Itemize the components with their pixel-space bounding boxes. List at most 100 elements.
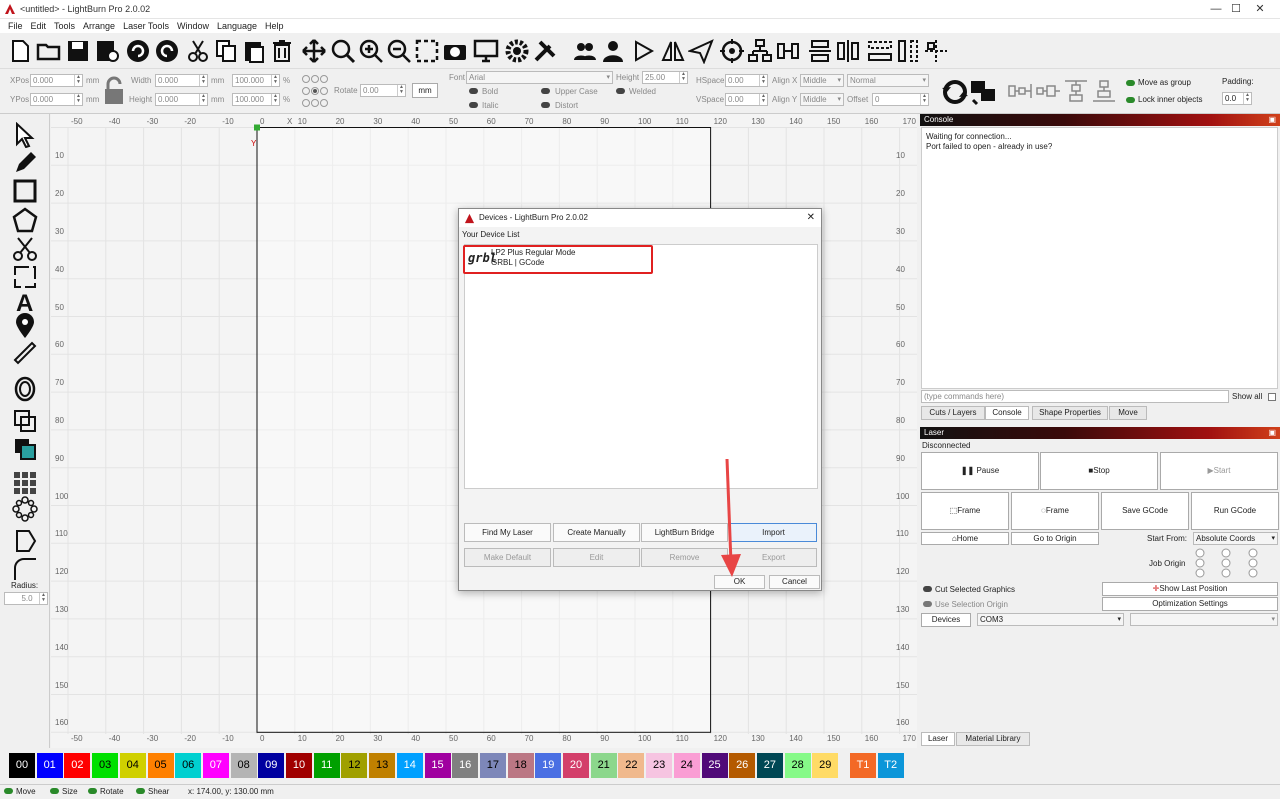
layer-color-15[interactable]: 15: [424, 753, 451, 778]
dialog-close-button[interactable]: ✕: [807, 209, 815, 227]
distribute-vertical-icon[interactable]: [806, 36, 834, 66]
start-from-select[interactable]: Absolute Coords ▾: [1193, 532, 1278, 545]
layer-color-07[interactable]: 07: [202, 753, 229, 778]
layer-color-27[interactable]: 27: [756, 753, 783, 778]
layer-color-19[interactable]: 19: [535, 753, 562, 778]
tab-shape-properties[interactable]: Shape Properties: [1032, 406, 1108, 420]
layer-color-01[interactable]: 01: [36, 753, 63, 778]
camera-icon[interactable]: [441, 36, 469, 66]
move-as-group-toggle[interactable]: [1126, 80, 1135, 86]
hspace-spin-icon[interactable]: ▲ ▼: [759, 75, 767, 86]
show-all-checkbox[interactable]: [1268, 393, 1276, 401]
lock-ratio-icon[interactable]: [103, 76, 125, 106]
menu-tools[interactable]: Tools: [50, 19, 79, 33]
export-icon[interactable]: [93, 36, 121, 66]
move-snap-toggle[interactable]: [4, 788, 13, 794]
tools-wrench-icon[interactable]: [531, 36, 559, 66]
console-close-icon[interactable]: ▣: [1268, 114, 1276, 126]
home-button[interactable]: ⌂Home: [921, 532, 1009, 545]
rotate-input[interactable]: 0.00 ▲ ▼: [360, 84, 406, 97]
corner-radius-icon[interactable]: [11, 554, 39, 584]
width-spin-icon[interactable]: ▲ ▼: [199, 75, 207, 86]
layer-color-17[interactable]: 17: [479, 753, 506, 778]
dock-center-icon[interactable]: [1034, 78, 1062, 104]
radius-input[interactable]: 5.0 ▲ ▼: [4, 592, 48, 605]
create-manually-button[interactable]: Create Manually: [553, 523, 640, 542]
save-gcode-button[interactable]: Save GCode: [1101, 492, 1189, 530]
upper-case-toggle[interactable]: [541, 88, 550, 94]
distort-toggle[interactable]: [541, 102, 550, 108]
layer-color-24[interactable]: 24: [673, 753, 700, 778]
circular-array-icon[interactable]: [11, 494, 39, 524]
distribute-horizontal-icon[interactable]: [834, 36, 862, 66]
padding-spin-icon[interactable]: ▲ ▼: [1243, 93, 1251, 104]
dock-top-icon[interactable]: [1062, 78, 1090, 104]
laser-close-icon[interactable]: ▣: [1268, 427, 1276, 439]
layer-color-08[interactable]: 08: [230, 753, 257, 778]
device-list-item[interactable]: grbl LP2 Plus Regular Mode GRBL | GCode: [463, 245, 653, 274]
boolean-subtract-icon[interactable]: [11, 434, 39, 464]
monitor-icon[interactable]: [472, 36, 500, 66]
use-selection-origin-toggle[interactable]: [923, 601, 932, 607]
zoom-in-icon[interactable]: [357, 36, 385, 66]
layer-color-16[interactable]: 16: [452, 753, 479, 778]
ypos-input[interactable]: 0.000 ▲ ▼: [30, 93, 83, 106]
layer-color-09[interactable]: 09: [258, 753, 285, 778]
layer-color-23[interactable]: 23: [646, 753, 673, 778]
layer-color-14[interactable]: 14: [396, 753, 423, 778]
padding-input[interactable]: 0.0 ▲ ▼: [1222, 92, 1252, 105]
users-icon[interactable]: [571, 36, 599, 66]
space-horizontal-icon[interactable]: [866, 36, 894, 66]
run-gcode-button[interactable]: Run GCode: [1191, 492, 1279, 530]
move-icon[interactable]: [300, 36, 328, 66]
wpct-spin-icon[interactable]: ▲ ▼: [271, 75, 279, 86]
anchor-grid-icon[interactable]: [300, 73, 330, 109]
layer-color-25[interactable]: 25: [701, 753, 728, 778]
layer-color-02[interactable]: 02: [64, 753, 91, 778]
make-default-button[interactable]: Make Default: [464, 548, 551, 567]
tab-move[interactable]: Move: [1109, 406, 1147, 420]
menu-language[interactable]: Language: [213, 19, 261, 33]
frame-button[interactable]: ⬚Frame: [921, 492, 1009, 530]
device-select[interactable]: ▾: [1130, 613, 1278, 626]
hspace-input[interactable]: 0.00 ▲ ▼: [725, 74, 768, 87]
welded-toggle[interactable]: [616, 88, 625, 94]
vspace-spin-icon[interactable]: ▲ ▼: [759, 94, 767, 105]
scissors-tool-icon[interactable]: [11, 234, 39, 264]
height-percent-input[interactable]: 100.000 ▲ ▼: [232, 93, 280, 106]
save-icon[interactable]: [64, 36, 92, 66]
units-toggle-button[interactable]: mm: [412, 83, 438, 98]
layer-color-22[interactable]: 22: [618, 753, 645, 778]
fh-spin-icon[interactable]: ▲ ▼: [679, 72, 687, 83]
rotate-spin-icon[interactable]: ▲ ▼: [397, 85, 405, 96]
console-command-input[interactable]: (type commands here): [921, 390, 1229, 403]
height-spin-icon[interactable]: ▲ ▼: [199, 94, 207, 105]
layer-color-28[interactable]: 28: [784, 753, 811, 778]
bold-toggle[interactable]: [469, 88, 478, 94]
offset-input[interactable]: 0 ▲ ▼: [872, 93, 929, 106]
stop-button[interactable]: ■Stop: [1040, 452, 1158, 490]
pause-button[interactable]: ❚❚ Pause: [921, 452, 1039, 490]
device-list[interactable]: grbl LP2 Plus Regular Mode GRBL | GCode: [463, 244, 818, 489]
zoom-out-icon[interactable]: [385, 36, 413, 66]
menu-edit[interactable]: Edit: [27, 19, 51, 33]
shear-snap-toggle[interactable]: [136, 788, 145, 794]
font-select[interactable]: Arial ▾: [466, 71, 613, 84]
dock-bottom-icon[interactable]: [1090, 78, 1118, 104]
rotate-sync-icon[interactable]: [940, 78, 970, 106]
layer-color-13[interactable]: 13: [369, 753, 396, 778]
radius-spin-icon[interactable]: ▲ ▼: [39, 593, 47, 604]
copy-icon[interactable]: [212, 36, 240, 66]
zoom-page-icon[interactable]: [329, 36, 357, 66]
hpct-spin-icon[interactable]: ▲ ▼: [271, 94, 279, 105]
menu-help[interactable]: Help: [261, 19, 288, 33]
polygon-tool-icon[interactable]: [11, 205, 39, 235]
layer-color-03[interactable]: 03: [92, 753, 119, 778]
italic-toggle[interactable]: [469, 102, 478, 108]
flip-horizontal-icon[interactable]: [631, 36, 659, 66]
xpos-spin-icon[interactable]: ▲ ▼: [74, 75, 82, 86]
edit-button[interactable]: Edit: [553, 548, 640, 567]
layer-color-12[interactable]: 12: [341, 753, 368, 778]
ypos-spin-icon[interactable]: ▲ ▼: [74, 94, 82, 105]
dock-left-icon[interactable]: [1006, 78, 1034, 104]
